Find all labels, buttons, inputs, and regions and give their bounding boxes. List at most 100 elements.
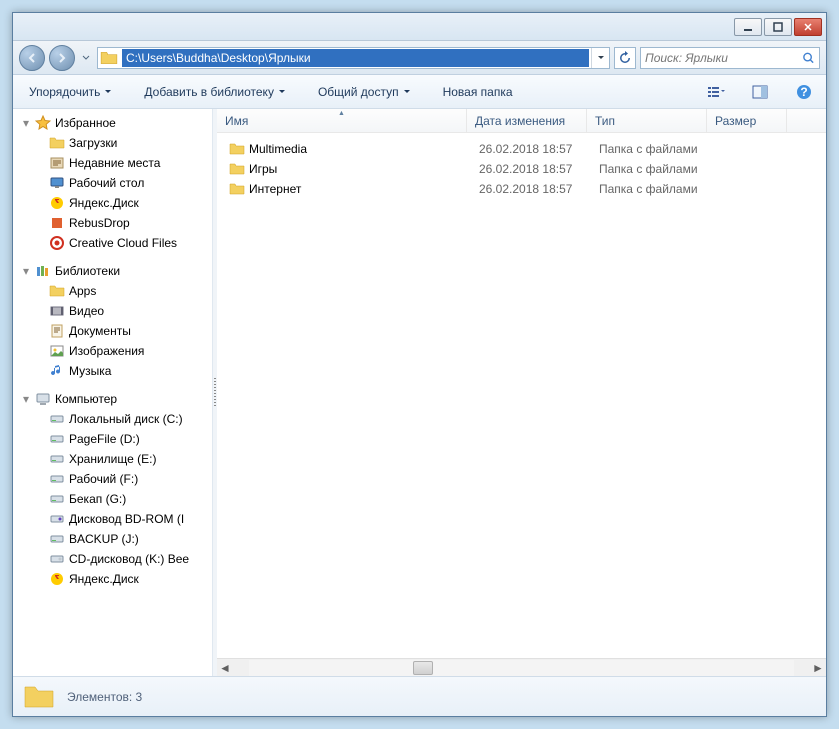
help-button[interactable]: ? (792, 81, 816, 103)
disk-icon (49, 431, 65, 447)
tree-item-label: Рабочий (F:) (69, 472, 138, 486)
share-button[interactable]: Общий доступ (312, 81, 417, 103)
tree-item-label: Рабочий стол (69, 176, 144, 190)
disk-icon (49, 451, 65, 467)
column-size[interactable]: Размер (707, 109, 787, 132)
tree-item-favorites-0[interactable]: Загрузки (13, 133, 212, 153)
new-folder-button[interactable]: Новая папка (437, 81, 519, 103)
organize-button[interactable]: Упорядочить (23, 81, 118, 103)
tree-item-computer-2[interactable]: Хранилище (E:) (13, 449, 212, 469)
new-folder-label: Новая папка (443, 85, 513, 99)
add-library-button[interactable]: Добавить в библиотеку (138, 81, 292, 103)
back-button[interactable] (19, 45, 45, 71)
file-list[interactable]: Multimedia 26.02.2018 18:57 Папка с файл… (217, 133, 826, 658)
search-box[interactable] (640, 47, 820, 69)
scroll-thumb[interactable] (413, 661, 433, 675)
svg-text:?: ? (800, 85, 807, 99)
tree-item-favorites-5[interactable]: Creative Cloud Files (13, 233, 212, 253)
tree-item-libraries-4[interactable]: Музыка (13, 361, 212, 381)
cdrom-icon (49, 551, 65, 567)
navigation-pane[interactable]: ▾ИзбранноеЗагрузкиНедавние местаРабочий … (13, 109, 213, 676)
explorer-window: Упорядочить Добавить в библиотеку Общий … (12, 12, 827, 717)
tree-item-label: Загрузки (69, 136, 117, 150)
tree-item-favorites-1[interactable]: Недавние места (13, 153, 212, 173)
view-options-button[interactable] (704, 81, 728, 103)
search-input[interactable] (645, 51, 802, 65)
file-type: Папка с файлами (591, 162, 711, 176)
horizontal-scrollbar[interactable]: ◄ ► (217, 658, 826, 676)
refresh-button[interactable] (614, 47, 636, 69)
toolbar: Упорядочить Добавить в библиотеку Общий … (13, 75, 826, 109)
tree-item-computer-8[interactable]: Яндекс.Диск (13, 569, 212, 589)
address-dropdown[interactable] (591, 48, 609, 68)
computer-icon (35, 391, 51, 407)
libraries-icon (35, 263, 51, 279)
folder-icon (49, 283, 65, 299)
tree-item-computer-3[interactable]: Рабочий (F:) (13, 469, 212, 489)
tree-item-label: CD-дисковод (K:) Bee (69, 552, 189, 566)
file-row-1[interactable]: Игры 26.02.2018 18:57 Папка с файлами (217, 159, 826, 179)
tree-libraries[interactable]: ▾Библиотеки (13, 261, 212, 281)
file-row-0[interactable]: Multimedia 26.02.2018 18:57 Папка с файл… (217, 139, 826, 159)
status-text: Элементов: 3 (67, 690, 142, 704)
address-bar[interactable] (97, 47, 610, 69)
forward-button[interactable] (49, 45, 75, 71)
nav-history-dropdown[interactable] (79, 45, 93, 71)
scroll-left-arrow[interactable]: ◄ (217, 660, 233, 676)
tree-item-favorites-4[interactable]: RebusDrop (13, 213, 212, 233)
tree-item-libraries-3[interactable]: Изображения (13, 341, 212, 361)
scroll-track[interactable] (249, 660, 794, 676)
cc-icon (49, 235, 65, 251)
tree-item-label: BACKUP (J:) (69, 532, 139, 546)
chevron-down-icon: ▾ (21, 266, 31, 276)
sidebar-splitter[interactable] (213, 109, 217, 676)
column-headers: Имя Дата изменения Тип Размер (217, 109, 826, 133)
folder-icon (23, 681, 55, 713)
tree-item-label: Яндекс.Диск (69, 572, 139, 586)
file-name: Интернет (249, 182, 301, 196)
tree-item-computer-7[interactable]: CD-дисковод (K:) Bee (13, 549, 212, 569)
column-date[interactable]: Дата изменения (467, 109, 587, 132)
music-icon (49, 363, 65, 379)
file-date: 26.02.2018 18:57 (471, 182, 591, 196)
folder-icon (229, 141, 245, 157)
tree-item-computer-0[interactable]: Локальный диск (C:) (13, 409, 212, 429)
rebus-icon (49, 215, 65, 231)
file-row-2[interactable]: Интернет 26.02.2018 18:57 Папка с файлам… (217, 179, 826, 199)
tree-item-favorites-2[interactable]: Рабочий стол (13, 173, 212, 193)
disk-icon (49, 471, 65, 487)
recent-icon (49, 155, 65, 171)
column-type[interactable]: Тип (587, 109, 707, 132)
close-button[interactable] (794, 18, 822, 36)
tree-item-computer-1[interactable]: PageFile (D:) (13, 429, 212, 449)
tree-item-libraries-0[interactable]: Apps (13, 281, 212, 301)
tree-label: Избранное (55, 116, 116, 130)
scroll-right-arrow[interactable]: ► (810, 660, 826, 676)
column-name[interactable]: Имя (217, 109, 467, 132)
add-library-label: Добавить в библиотеку (144, 85, 274, 99)
file-name-cell: Игры (221, 161, 471, 177)
maximize-button[interactable] (764, 18, 792, 36)
preview-pane-button[interactable] (748, 81, 772, 103)
file-name: Игры (249, 162, 277, 176)
search-icon (802, 51, 815, 65)
yadisk-icon (49, 195, 65, 211)
file-type: Папка с файлами (591, 142, 711, 156)
tree-favorites[interactable]: ▾Избранное (13, 113, 212, 133)
body: ▾ИзбранноеЗагрузкиНедавние местаРабочий … (13, 109, 826, 676)
tree-item-label: Creative Cloud Files (69, 236, 177, 250)
tree-item-libraries-1[interactable]: Видео (13, 301, 212, 321)
tree-item-computer-4[interactable]: Бекап (G:) (13, 489, 212, 509)
tree-item-favorites-3[interactable]: Яндекс.Диск (13, 193, 212, 213)
tree-item-computer-5[interactable]: Дисковод BD-ROM (I (13, 509, 212, 529)
file-date: 26.02.2018 18:57 (471, 142, 591, 156)
folder-icon (49, 135, 65, 151)
minimize-button[interactable] (734, 18, 762, 36)
tree-item-label: Apps (69, 284, 96, 298)
tree-computer[interactable]: ▾Компьютер (13, 389, 212, 409)
tree-item-libraries-2[interactable]: Документы (13, 321, 212, 341)
tree-item-computer-6[interactable]: BACKUP (J:) (13, 529, 212, 549)
disk-icon (49, 411, 65, 427)
tree-item-label: Видео (69, 304, 104, 318)
address-input[interactable] (122, 49, 589, 67)
